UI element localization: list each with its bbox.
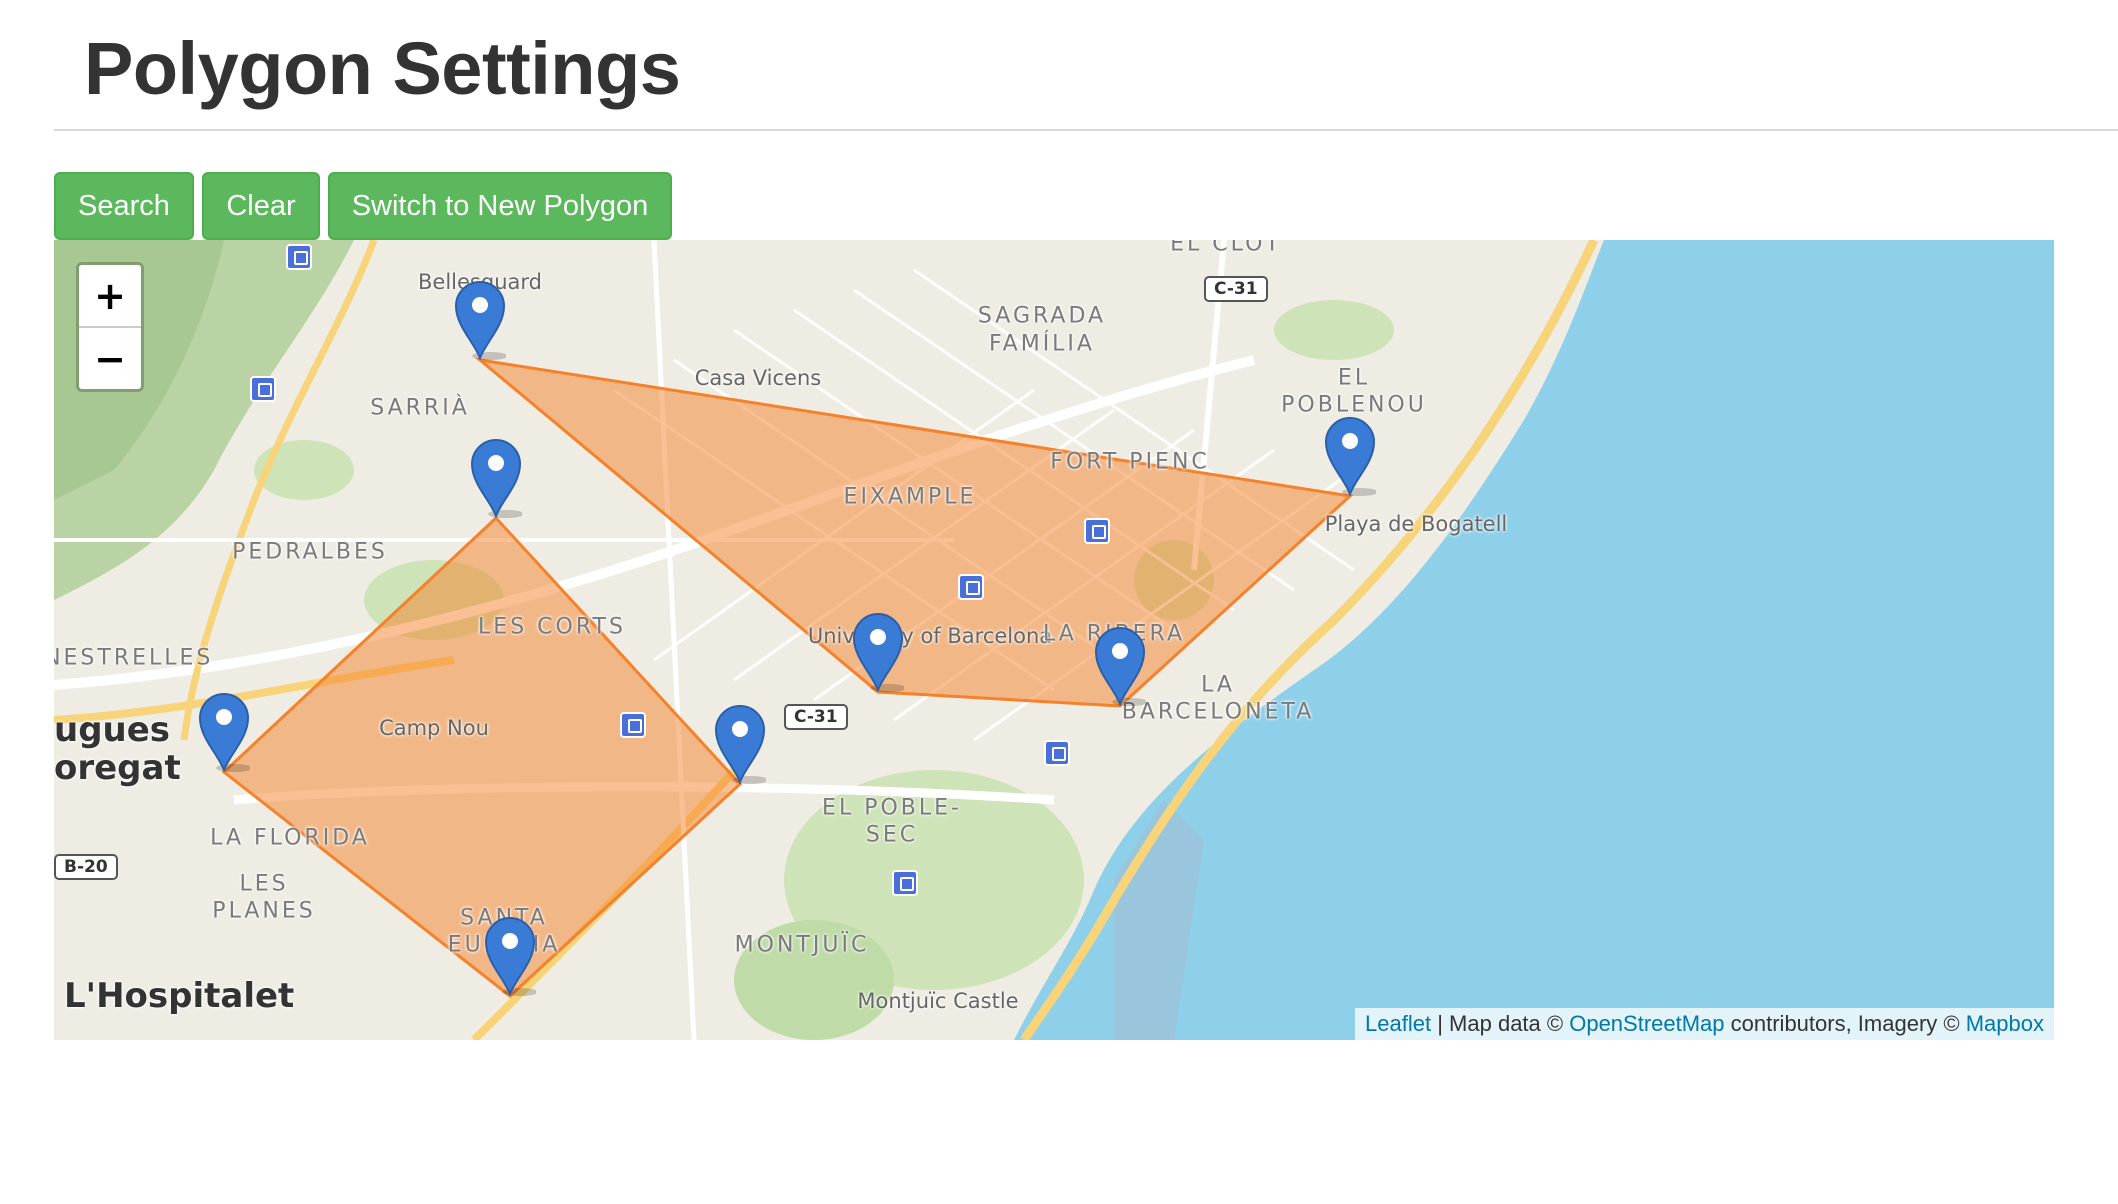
map-label-les-planes-1: LES	[239, 871, 289, 897]
road-badge-c31-south: C-31	[784, 704, 848, 730]
map-label-montjuic-castle: Montjuïc Castle	[857, 989, 1019, 1013]
marker-santa-eulalia[interactable]	[484, 916, 538, 997]
map-label-el-clot: EL CLOT	[1170, 240, 1282, 257]
map-label-el-poble-sec-1: EL POBLE-	[822, 795, 962, 821]
road-badge-b20: B-20	[54, 854, 118, 880]
map-label-casa-vicens: Casa Vicens	[694, 366, 822, 390]
marker-esplugues[interactable]	[198, 692, 252, 773]
switch-to-new-polygon-button[interactable]: Switch to New Polygon	[328, 172, 672, 240]
map-label-esplugues-1: ugues	[54, 710, 171, 750]
metro-station-icon	[1084, 518, 1110, 544]
title-divider	[54, 129, 2118, 131]
zoom-in-button[interactable]: +	[79, 265, 141, 326]
map-label-playa-bogatell: Playa de Bogatell	[1324, 512, 1508, 536]
leaflet-link[interactable]: Leaflet	[1365, 1011, 1431, 1037]
metro-station-icon	[892, 870, 918, 896]
map-label-la-barceloneta-1: LA	[1201, 672, 1235, 698]
map-label-camp-nou: Camp Nou	[379, 716, 489, 740]
map-label-esplugues-2: oregat	[54, 748, 181, 788]
map-label-university: University of Barcelona	[807, 624, 1053, 648]
metro-station-icon	[1044, 740, 1070, 766]
map-label-les-planes-2: PLANES	[212, 898, 316, 924]
marker-university[interactable]	[852, 612, 906, 693]
map-label-montjuic: MONTJUÏC	[734, 932, 870, 958]
marker-poblenou[interactable]	[1324, 416, 1378, 497]
metro-station-icon	[620, 712, 646, 738]
map-label-hospitalet: L'Hospitalet	[64, 976, 295, 1016]
marker-bellesguard[interactable]	[454, 280, 508, 361]
attribution-text-2: contributors, Imagery ©	[1724, 1011, 1966, 1036]
road-badge-c31-north: C-31	[1204, 276, 1268, 302]
metro-station-icon	[286, 244, 312, 270]
clear-button[interactable]: Clear	[202, 172, 320, 240]
map-label-les-corts: LES CORTS	[478, 614, 626, 640]
marker-ribera[interactable]	[1094, 626, 1148, 707]
attribution-text-1: | Map data ©	[1431, 1011, 1570, 1036]
map-container[interactable]: Bellesguard SARRIÀ PEDRALBES LES CORTS C…	[54, 240, 2054, 1040]
map-label-sagrada-familia-2: FAMÍLIA	[989, 331, 1095, 357]
map-label-sarria: SARRIÀ	[370, 395, 470, 421]
map-label-el-poble-sec-2: SEC	[865, 822, 919, 848]
zoom-control: + −	[76, 262, 144, 392]
map-label-sagrada-familia-1: SAGRADA	[977, 303, 1107, 329]
map-label-pedralbes: PEDRALBES	[232, 539, 388, 565]
zoom-out-button[interactable]: −	[79, 326, 141, 387]
map-label-la-florida: LA FLORIDA	[210, 825, 370, 851]
page-title: Polygon Settings	[84, 27, 681, 110]
search-button[interactable]: Search	[54, 172, 194, 240]
mapbox-link[interactable]: Mapbox	[1966, 1011, 2044, 1037]
map-label-el-poblenou-1: EL	[1337, 365, 1371, 391]
marker-poble-sec[interactable]	[714, 704, 768, 785]
map-label-finestrelles: INESTRELLES	[54, 645, 214, 671]
map-label-la-barceloneta-2: BARCELONETA	[1121, 699, 1315, 725]
metro-station-icon	[250, 376, 276, 402]
metro-station-icon	[958, 574, 984, 600]
marker-sarria[interactable]	[470, 438, 524, 519]
map-attribution: Leaflet | Map data © OpenStreetMap contr…	[1355, 1008, 2054, 1040]
map-label-eixample: EIXAMPLE	[843, 484, 977, 510]
openstreetmap-link[interactable]: OpenStreetMap	[1569, 1011, 1724, 1037]
map-label-el-poblenou-2: POBLENOU	[1281, 392, 1427, 418]
map-label-fort-pienc: FORT PIENC	[1050, 449, 1210, 475]
